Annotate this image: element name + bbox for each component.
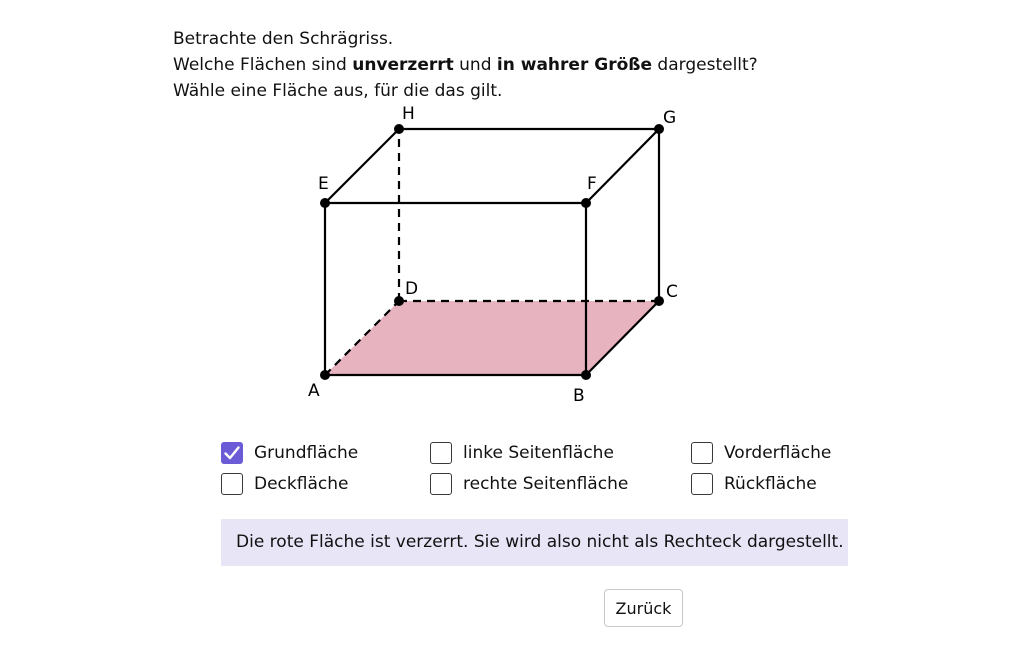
back-button[interactable]: Zurück [604, 589, 683, 627]
vertex-E [320, 198, 330, 208]
label-B: B [573, 386, 585, 406]
highlighted-base-face [325, 301, 659, 375]
option-deckflaeche[interactable]: Deckfläche [221, 473, 348, 495]
option-rechte-seitenflaeche[interactable]: rechte Seitenfläche [430, 473, 628, 495]
option-label: linke Seitenfläche [463, 443, 614, 463]
label-G: G [663, 108, 676, 128]
checkbox-icon[interactable] [221, 473, 243, 495]
label-D: D [405, 279, 418, 299]
option-vorderflaeche[interactable]: Vorderfläche [691, 442, 831, 464]
vertex-B [581, 370, 591, 380]
label-A: A [308, 381, 320, 401]
label-F: F [587, 174, 597, 194]
option-label: Vorderfläche [724, 443, 832, 463]
label-H: H [402, 104, 415, 124]
option-label: Grundfläche [254, 443, 359, 463]
vertex-A [320, 370, 330, 380]
vertex-H [394, 124, 404, 134]
option-grundflaeche[interactable]: Grundfläche [221, 442, 358, 464]
label-C: C [666, 282, 678, 302]
checkbox-icon[interactable] [691, 442, 713, 464]
option-rueckflaeche[interactable]: Rückfläche [691, 473, 817, 495]
checkbox-checked-icon[interactable] [221, 442, 243, 464]
checkmark-icon [224, 446, 240, 460]
option-label: Rückfläche [724, 474, 817, 494]
option-label: Deckfläche [254, 474, 349, 494]
vertex-D [394, 296, 404, 306]
option-label: rechte Seitenfläche [463, 474, 629, 494]
vertex-F [581, 198, 591, 208]
option-linke-seitenflaeche[interactable]: linke Seitenfläche [430, 442, 614, 464]
edge-HE [323, 127, 401, 205]
edge-FG [584, 127, 661, 205]
label-E: E [318, 174, 329, 194]
vertex-C [654, 296, 664, 306]
checkbox-icon[interactable] [430, 473, 452, 495]
checkbox-icon[interactable] [691, 473, 713, 495]
feedback-message: Die rote Fläche ist verzerrt. Sie wird a… [221, 519, 848, 566]
checkbox-icon[interactable] [430, 442, 452, 464]
